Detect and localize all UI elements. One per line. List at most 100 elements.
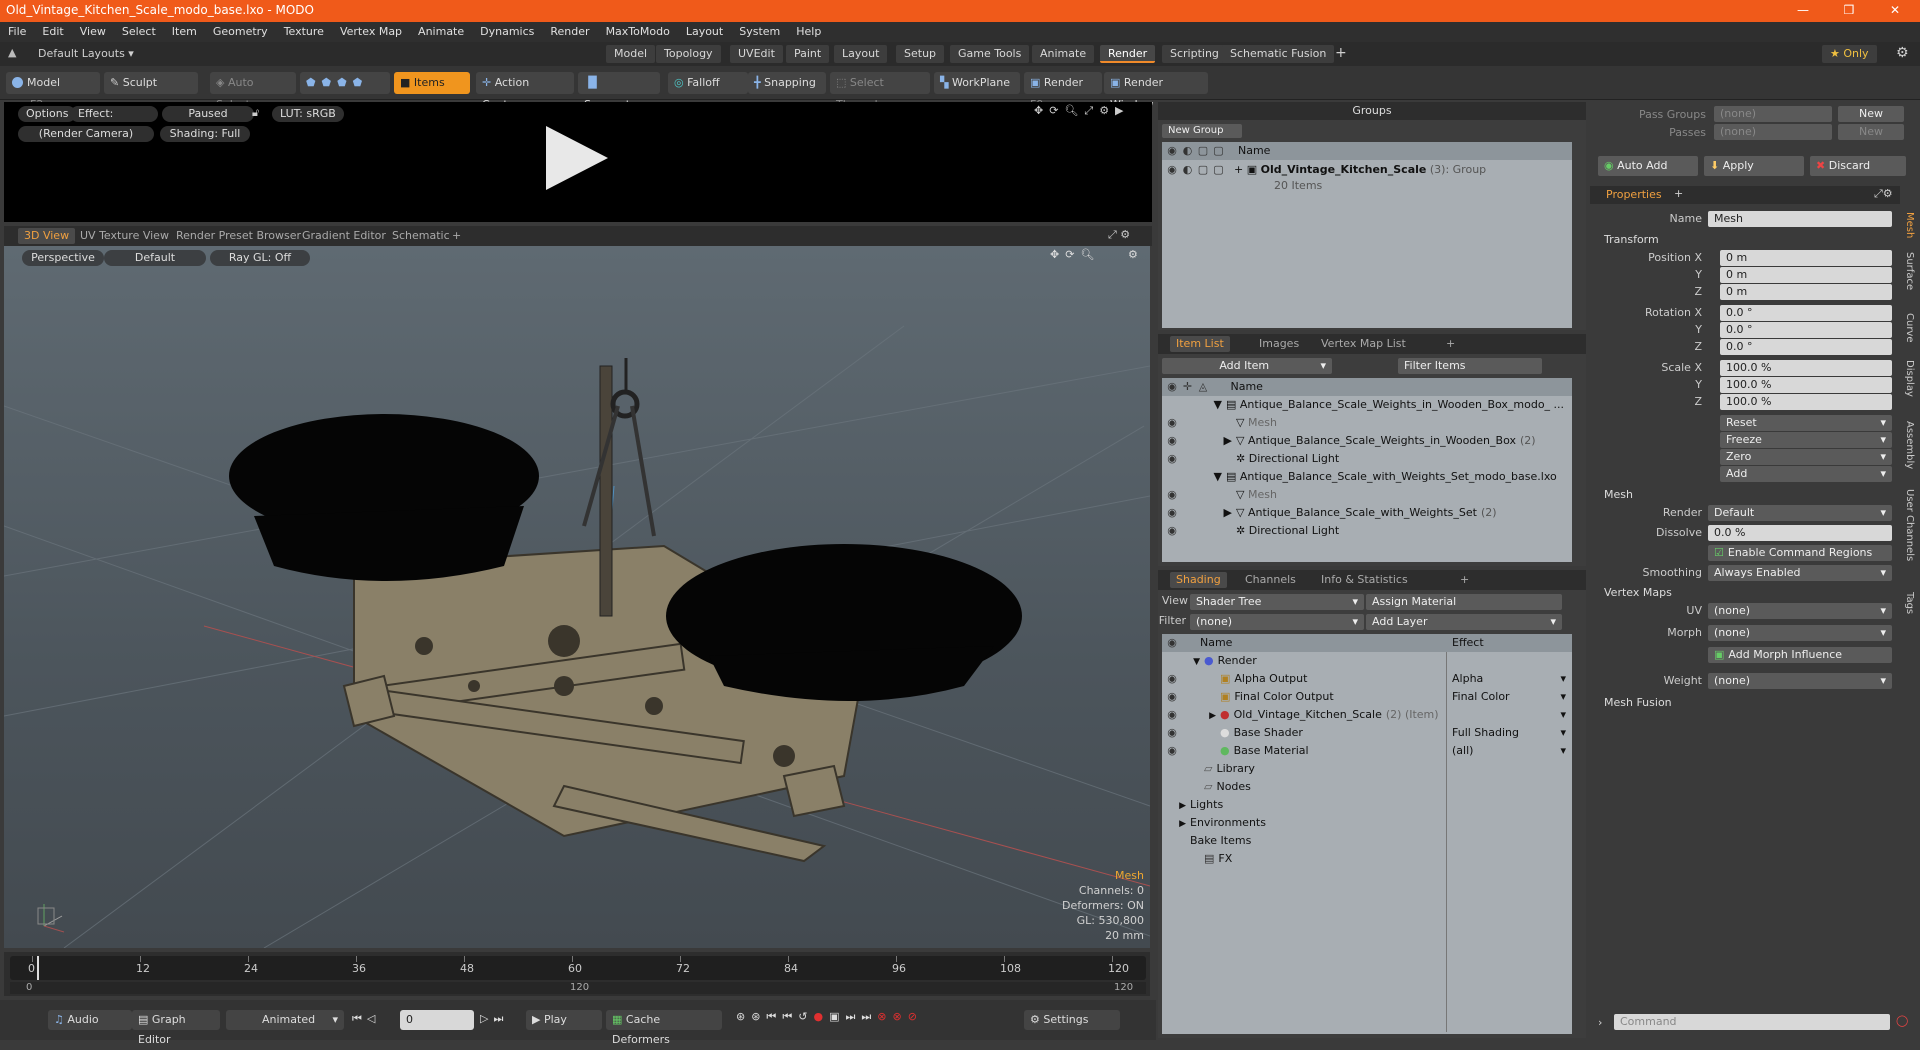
eye-icon[interactable]: ◉ [1166, 450, 1178, 468]
menu-system[interactable]: System [731, 22, 788, 42]
layout-tab-render[interactable]: Render [1100, 45, 1156, 63]
menu-layout[interactable]: Layout [678, 22, 731, 42]
render-preview[interactable]: Options Effect: (Shadi... Paused 🔓︎ LUT:… [4, 102, 1152, 222]
preview-tools-icons[interactable]: ✥⟳🔍︎⤢⚙▶ [1034, 104, 1130, 118]
rotation-y-field[interactable]: 0.0 ° [1720, 322, 1892, 338]
add-layout-icon[interactable]: + [1335, 45, 1347, 61]
properties-tab[interactable]: Properties [1606, 188, 1662, 201]
item-row[interactable]: ◉ ▽ Mesh [1162, 414, 1572, 432]
enable-command-regions-checkbox[interactable]: ☑ Enable Command Regions [1708, 545, 1892, 561]
render-button[interactable]: ▣ Render F9 [1024, 72, 1102, 111]
shader-row[interactable]: ◉▶Environments [1162, 814, 1572, 832]
uv-dropdown[interactable]: (none) ▾ [1708, 603, 1892, 619]
eye-icon[interactable]: ◉ [1166, 688, 1178, 706]
add-layer-dropdown[interactable]: Add Layer ▾ [1366, 614, 1562, 630]
shader-row[interactable]: ◉ ● Base Shader Full Shading ▾ [1162, 724, 1572, 742]
key-tools-icons[interactable]: ⊛⊛⏮⏮↺●▣⏭⏭⊗⊗⊘ [736, 1010, 923, 1024]
expand-arrow-icon[interactable]: ▶ [1178, 797, 1190, 814]
settings-button[interactable]: ⚙ Settings [1024, 1010, 1120, 1030]
new-pass-group-button[interactable]: New [1838, 106, 1904, 122]
viewport-tab-uv-texture-view[interactable]: UV Texture View [74, 228, 175, 244]
expand-arrow-icon[interactable]: ▼ [1178, 468, 1226, 486]
tab-vertex-map-list[interactable]: Vertex Map List [1315, 336, 1412, 352]
snapping-button[interactable]: ╋ Snapping [748, 72, 826, 94]
apply-button[interactable]: ⬇ Apply [1704, 156, 1804, 176]
audio-button[interactable]: ♫ Audio [48, 1010, 132, 1030]
lut-dropdown[interactable]: LUT: sRGB [272, 106, 344, 122]
record-icon[interactable]: ◯ [1896, 1014, 1908, 1027]
eye-icon[interactable]: ◉ [1166, 742, 1178, 760]
eye-icon[interactable]: ◉ [1166, 504, 1178, 522]
scale-x-field[interactable]: 100.0 % [1720, 360, 1892, 376]
shader-row[interactable]: ◉▤FX [1162, 850, 1572, 868]
action-center-button[interactable]: ✛ Action Center [476, 72, 574, 111]
render-dropdown[interactable]: Default ▾ [1708, 505, 1892, 521]
falloff-button[interactable]: ◎ Falloff [668, 72, 748, 94]
menu-file[interactable]: File [0, 22, 34, 42]
effect-dropdown[interactable]: (all) ▾ [1452, 742, 1568, 760]
effect-dropdown[interactable]: Final Color ▾ [1452, 688, 1568, 706]
rotation-x-field[interactable]: 0.0 ° [1720, 305, 1892, 321]
eye-icon[interactable]: ◉ [1166, 432, 1178, 450]
layout-tab-schematic-fusion[interactable]: Schematic Fusion [1222, 45, 1335, 63]
menu-view[interactable]: View [72, 22, 114, 42]
transform-section[interactable]: Transform [1590, 232, 1659, 248]
menu-item[interactable]: Item [164, 22, 205, 42]
cache-deformers-button[interactable]: ▦ Cache Deformers [606, 1010, 722, 1046]
position-z-field[interactable]: 0 m [1720, 284, 1892, 300]
menu-animate[interactable]: Animate [410, 22, 472, 42]
eye-icon[interactable]: ◉ [1166, 486, 1178, 504]
item-row[interactable]: ◉ ✲ Directional Light [1162, 522, 1572, 540]
layout-tab-game-tools[interactable]: Game Tools [950, 45, 1030, 63]
menu-edit[interactable]: Edit [34, 22, 71, 42]
graph-editor-button[interactable]: ▤ Graph Editor [132, 1010, 220, 1046]
dissolve-field[interactable]: 0.0 % [1708, 525, 1892, 541]
auto-select-button[interactable]: ◈ Auto Select [210, 72, 296, 111]
transform-freeze-dropdown[interactable]: Freeze ▾ [1720, 432, 1892, 448]
scale-y-field[interactable]: 100.0 % [1720, 377, 1892, 393]
menu-help[interactable]: Help [788, 22, 829, 42]
item-row[interactable]: ◉ ▽ Mesh [1162, 486, 1572, 504]
filter-dropdown[interactable]: (none) ▾ [1190, 614, 1364, 630]
passes-dropdown[interactable]: (none) [1714, 124, 1832, 140]
discard-button[interactable]: ✖ Discard [1810, 156, 1906, 176]
tab-shading[interactable]: Shading [1170, 572, 1227, 588]
lock-icon[interactable]: 🔓︎ [252, 106, 259, 120]
close-button[interactable]: ✕ [1872, 0, 1918, 22]
mesh-fusion-section[interactable]: Mesh Fusion [1590, 695, 1672, 711]
expand-arrow-icon[interactable]: ▶ [1178, 504, 1236, 522]
collapse-icon[interactable]: ▲ [8, 46, 16, 59]
side-tab-surface[interactable]: Surface [1904, 252, 1915, 290]
item-row[interactable]: ◉▼▤ Antique_Balance_Scale_with_Weights_S… [1162, 468, 1572, 486]
symmetry-button[interactable]: ▐▌ Symmetry [578, 72, 660, 111]
expand-icon[interactable]: + [1234, 163, 1243, 176]
gear-icon[interactable]: ⚙ [1896, 45, 1909, 61]
shader-row[interactable]: ◉ ▶ ● Old_Vintage_Kitchen_Scale (2) (Item) ▾ [1162, 706, 1572, 724]
layout-tab-topology[interactable]: Topology [656, 45, 721, 63]
model-button[interactable]: Model F2 [6, 72, 100, 111]
lock-icon[interactable]: ▢ [1197, 162, 1209, 178]
name-field[interactable]: Mesh [1708, 211, 1892, 227]
expand-arrow-icon[interactable]: ▼ [1178, 653, 1204, 670]
layout-tab-model[interactable]: Model [606, 45, 656, 63]
only-button[interactable]: ★ Only [1822, 45, 1877, 63]
side-tab-mesh[interactable]: Mesh [1904, 212, 1915, 238]
effect-dropdown[interactable]: Alpha ▾ [1452, 670, 1568, 688]
expand-icon[interactable]: ⤢⚙ [1874, 187, 1893, 201]
sculpt-button[interactable]: ✎ Sculpt [104, 72, 198, 94]
morph-dropdown[interactable]: (none) ▾ [1708, 625, 1892, 641]
transform-zero-dropdown[interactable]: Zero ▾ [1720, 449, 1892, 465]
viewport-tab--[interactable]: + [446, 228, 467, 244]
shader-row[interactable]: ◉▼●Render [1162, 652, 1572, 670]
smoothing-dropdown[interactable]: Always Enabled ▾ [1708, 565, 1892, 581]
eye-icon[interactable]: ◉ [1166, 706, 1178, 724]
shader-tree[interactable]: ◉NameEffect ◉▼●Render◉▣Alpha OutputAlpha… [1162, 634, 1572, 1034]
command-input[interactable]: Command [1614, 1014, 1890, 1030]
add-tab-icon[interactable]: + [1674, 187, 1683, 200]
item-row[interactable]: ◉ ▶ ▽ Antique_Balance_Scale_Weights_in_Woo… [1162, 432, 1572, 450]
scale-z-field[interactable]: 100.0 % [1720, 394, 1892, 410]
selection-mode-icons[interactable]: ⬟⬟⬟⬟ [300, 72, 390, 94]
timeline[interactable]: 0 12 24 36 48 60 72 84 96 108 120 0 120 120 [4, 952, 1150, 996]
tab-channels[interactable]: Channels [1239, 572, 1302, 588]
shader-row[interactable]: ◉▱Nodes [1162, 778, 1572, 796]
